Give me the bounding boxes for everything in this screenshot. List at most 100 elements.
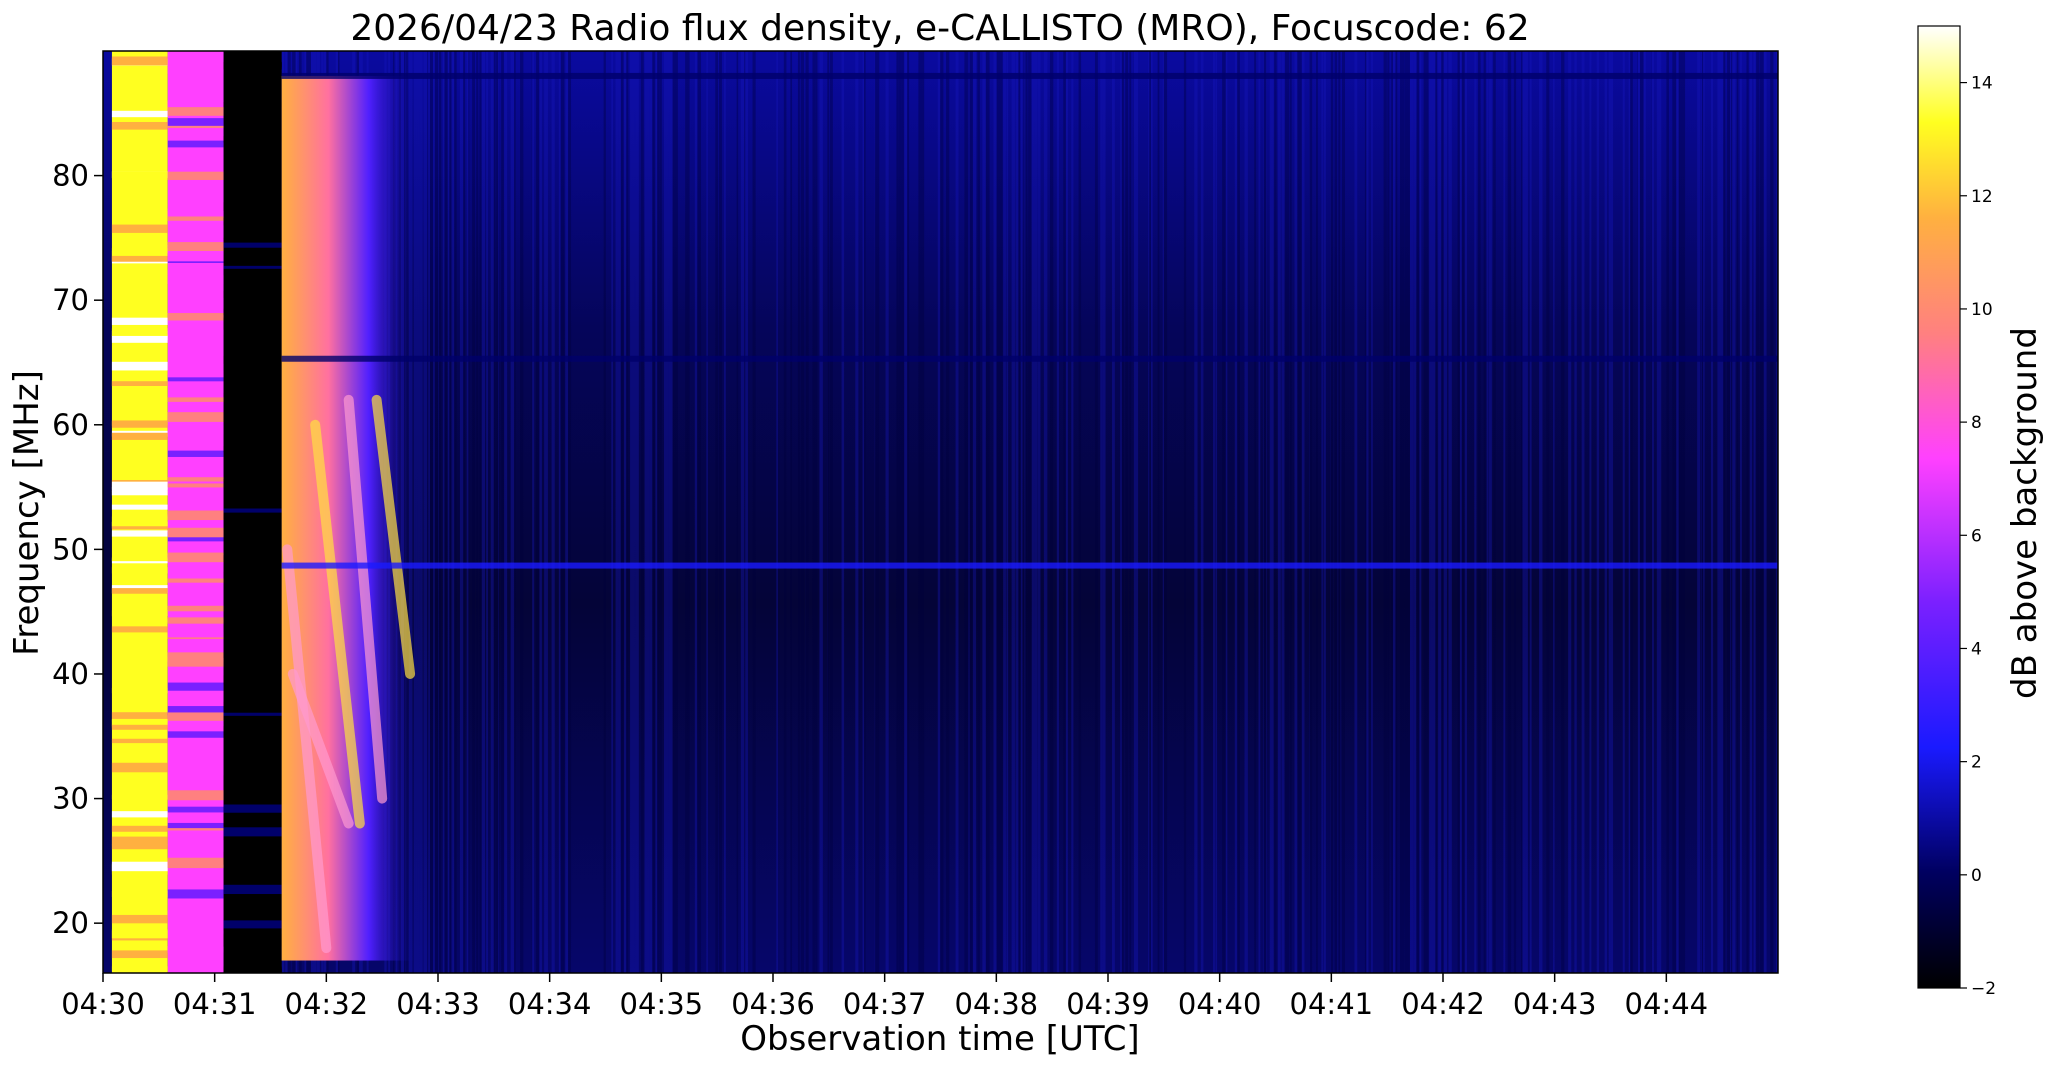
noise-stripe: [496, 51, 499, 973]
noise-stripe: [461, 51, 464, 973]
noise-stripe: [1678, 51, 1682, 973]
noise-stripe: [539, 51, 542, 973]
calibration-stripe: [167, 171, 224, 180]
interference-line: [281, 72, 1778, 79]
noise-stripe: [1028, 51, 1032, 973]
colorbar-tick-label: 6: [1971, 526, 1982, 546]
calibration-stripe: [167, 617, 224, 623]
colorbar-tick-label: 12: [1971, 187, 1993, 207]
noise-stripe: [1056, 51, 1060, 973]
noise-stripe: [1341, 51, 1345, 973]
interference-line: [281, 355, 1778, 362]
noise-stripe: [1486, 51, 1489, 973]
burst-type-III-burst-group: [281, 75, 416, 961]
noise-stripe: [1652, 51, 1654, 973]
noise-stripe: [697, 51, 702, 973]
calibration-stripe: [223, 827, 282, 837]
noise-stripe: [479, 51, 482, 973]
calibration-stripe: [223, 817, 282, 827]
x-tick-label: 04:37: [843, 987, 927, 1021]
noise-stripe: [659, 51, 662, 973]
noise-stripe: [1628, 51, 1631, 973]
noise-stripe: [898, 51, 902, 973]
noise-stripe: [673, 51, 676, 973]
calibration-stripe: [111, 588, 168, 594]
noise-stripe: [1281, 51, 1285, 973]
calibration-stripe: [111, 836, 168, 846]
noise-stripe: [993, 51, 997, 973]
noise-stripe: [611, 51, 614, 973]
noise-stripe: [1513, 51, 1517, 973]
noise-stripe: [1672, 51, 1675, 973]
noise-stripe: [978, 51, 980, 973]
noise-stripe: [635, 51, 639, 973]
calibration-stripe: [167, 251, 224, 262]
noise-stripe: [1237, 51, 1240, 973]
calibration-stripe: [167, 412, 224, 422]
y-tick-label: 70: [52, 283, 89, 317]
colorbar-gradient: [1917, 25, 1961, 989]
calibration-stripe: [167, 107, 224, 116]
noise-stripe: [1419, 51, 1422, 973]
noise-stripe: [510, 51, 514, 973]
noise-stripe: [1330, 51, 1334, 973]
noise-stripe: [1718, 51, 1722, 973]
calibration-stripe: [111, 557, 168, 562]
noise-stripe: [1223, 51, 1226, 973]
spectrogram-figure: 2026/04/23 Radio flux density, e-CALLIST…: [7, 8, 2045, 1059]
noise-stripe: [982, 51, 986, 973]
noise-stripe: [1321, 51, 1323, 973]
calibration-stripe: [111, 530, 168, 537]
calibration-stripe: [167, 425, 224, 435]
calibration-stripe: [167, 477, 224, 482]
noise-stripe: [1522, 51, 1526, 973]
calibration-stripe: [111, 610, 168, 617]
noise-stripe: [723, 51, 726, 973]
noise-stripe: [1568, 51, 1572, 973]
noise-stripe: [715, 51, 719, 973]
noise-stripe: [1387, 51, 1390, 973]
y-tick-label: 20: [52, 906, 89, 940]
noise-stripe: [1163, 51, 1167, 973]
colorbar-tick-label: 0: [1971, 866, 1982, 886]
noise-stripe: [490, 51, 494, 973]
noise-stripe: [632, 51, 635, 973]
noise-stripe: [1031, 51, 1035, 973]
noise-stripe: [1301, 51, 1305, 973]
calibration-stripe: [167, 269, 224, 276]
noise-stripe: [904, 51, 908, 973]
noise-stripe: [1703, 51, 1705, 973]
noise-stripe: [438, 51, 442, 973]
calibration-stripe: [111, 486, 168, 496]
calibration-stripe: [167, 370, 224, 378]
noise-stripe: [1488, 51, 1492, 973]
calibration-stripe: [167, 731, 224, 738]
noise-stripe: [1416, 51, 1420, 973]
noise-stripe: [1426, 51, 1429, 973]
noise-stripe: [652, 51, 655, 973]
noise-stripe: [481, 51, 486, 973]
noise-stripe: [1254, 51, 1257, 973]
calibration-stripe: [167, 450, 224, 457]
noise-stripe: [1078, 51, 1082, 973]
noise-stripe: [999, 51, 1003, 973]
calibration-stripe: [111, 224, 168, 233]
noise-stripe: [1546, 51, 1550, 973]
calibration-stripe: [223, 478, 282, 489]
noise-stripe: [630, 51, 634, 973]
calibration-stripe: [223, 136, 282, 143]
noise-stripe: [1366, 51, 1369, 973]
noise-stripe: [812, 51, 816, 973]
x-tick-label: 04:31: [173, 987, 257, 1021]
noise-stripe: [1133, 51, 1136, 973]
calibration-stripe: [167, 945, 224, 954]
calibration-stripe: [223, 571, 282, 579]
noise-stripe: [1258, 51, 1261, 973]
x-tick-label: 04:33: [396, 987, 480, 1021]
noise-stripe: [1338, 51, 1341, 973]
noise-stripe: [1683, 51, 1686, 973]
noise-stripe: [1100, 51, 1103, 973]
noise-stripe: [1215, 51, 1218, 973]
calibration-stripe: [167, 605, 224, 612]
noise-stripe: [1121, 51, 1124, 973]
